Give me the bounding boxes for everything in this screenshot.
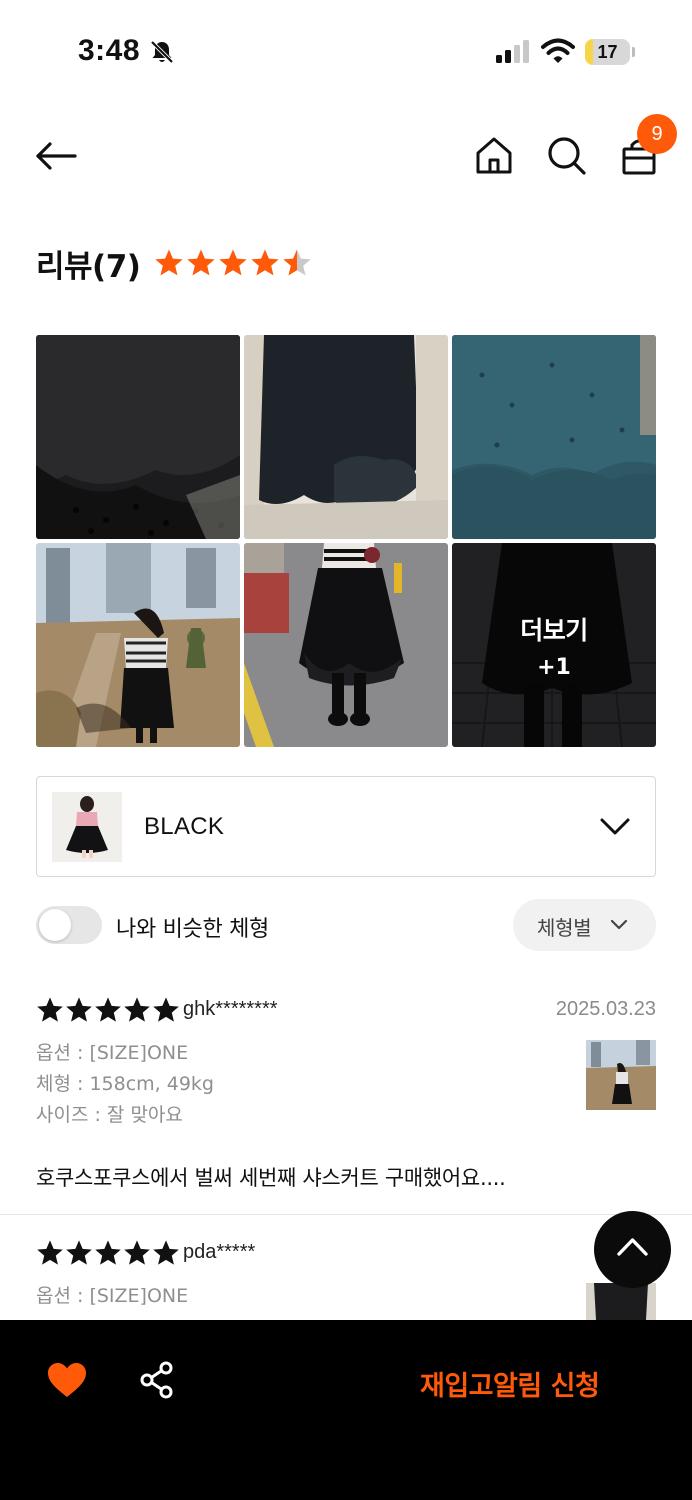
option-select[interactable]: BLACK: [36, 776, 656, 877]
star-icon: [124, 1240, 150, 1265]
status-time: 3:48: [78, 34, 141, 67]
review-photo[interactable]: [452, 335, 656, 539]
star-icon: [37, 997, 63, 1022]
star-icon: [283, 249, 311, 276]
review-photo[interactable]: [244, 543, 448, 747]
battery-icon: 17: [585, 39, 635, 65]
reviewer-id: ghk********: [183, 998, 278, 1020]
review-option: 옵션 : [SIZE]ONE: [36, 1042, 189, 1064]
review-photo[interactable]: [36, 335, 240, 539]
bell-off-icon: [150, 40, 174, 64]
reviewer-id: pda*****: [183, 1241, 256, 1263]
star-icon: [153, 1240, 179, 1265]
chevron-up-icon: [617, 1238, 648, 1256]
chevron-down-icon: [600, 818, 630, 835]
status-bar: 3:48 17: [0, 0, 692, 100]
star-icon: [37, 1240, 63, 1265]
chevron-down-icon: [610, 919, 628, 930]
star-icon: [155, 249, 183, 276]
battery-percent: 17: [597, 42, 618, 62]
more-photos-count: +1: [537, 654, 571, 680]
more-photos-tile[interactable]: 더보기 +1: [452, 543, 656, 747]
share-icon[interactable]: [139, 1361, 175, 1399]
star-icon: [95, 997, 121, 1022]
review-body-info: 체형 : 158cm, 49kg: [36, 1073, 214, 1095]
heart-icon[interactable]: [47, 1362, 87, 1398]
review-option: 옵션 : [SIZE]ONE: [36, 1285, 189, 1307]
star-icon: [66, 1240, 92, 1265]
option-thumbnail: [52, 792, 122, 862]
more-photos-overlay: 더보기 +1: [452, 543, 656, 747]
review-photo[interactable]: [36, 543, 240, 747]
average-rating-stars: [154, 248, 312, 278]
star-icon: [153, 997, 179, 1022]
review-divider: [0, 1214, 692, 1215]
review-photo-grid: 더보기 +1: [36, 335, 656, 747]
review-size-fit: 사이즈 : 잘 맞아요: [36, 1104, 183, 1126]
star-icon: [187, 249, 215, 276]
restock-alert-button[interactable]: 재입고알림 신청: [420, 1364, 600, 1403]
review-thumbnail[interactable]: [586, 1040, 656, 1110]
more-photos-label: 더보기: [520, 615, 588, 645]
toggle-knob: [39, 909, 71, 941]
review-photo[interactable]: [244, 335, 448, 539]
body-type-filter-label: 체형별: [537, 916, 592, 940]
bottom-action-bar: 재입고알림 신청: [0, 1320, 692, 1500]
signal-icon: [496, 40, 529, 63]
review-thumbnail[interactable]: [586, 1283, 656, 1320]
review-rating-stars: [36, 996, 180, 1024]
wifi-icon: [541, 38, 575, 63]
similar-body-toggle[interactable]: [36, 906, 102, 944]
star-icon: [66, 997, 92, 1022]
search-icon[interactable]: [545, 134, 589, 178]
scroll-to-top-button[interactable]: [594, 1211, 671, 1288]
home-icon[interactable]: [472, 134, 516, 178]
similar-body-toggle-label: 나와 비슷한 체형: [116, 917, 269, 942]
star-icon: [124, 997, 150, 1022]
review-text: 호쿠스포쿠스에서 벌써 세번째 샤스커트 구매했어요....: [36, 1166, 506, 1190]
star-icon: [95, 1240, 121, 1265]
cart-count-badge: 9: [637, 114, 677, 154]
star-icon: [219, 249, 247, 276]
body-type-filter-button[interactable]: 체형별: [513, 899, 656, 951]
review-title: 리뷰(7): [36, 249, 141, 285]
back-arrow-icon[interactable]: [32, 134, 80, 178]
review-rating-stars: [36, 1239, 180, 1267]
star-icon: [251, 249, 279, 276]
review-date: 2025.03.23: [555, 998, 656, 1020]
option-value: BLACK: [144, 813, 225, 840]
